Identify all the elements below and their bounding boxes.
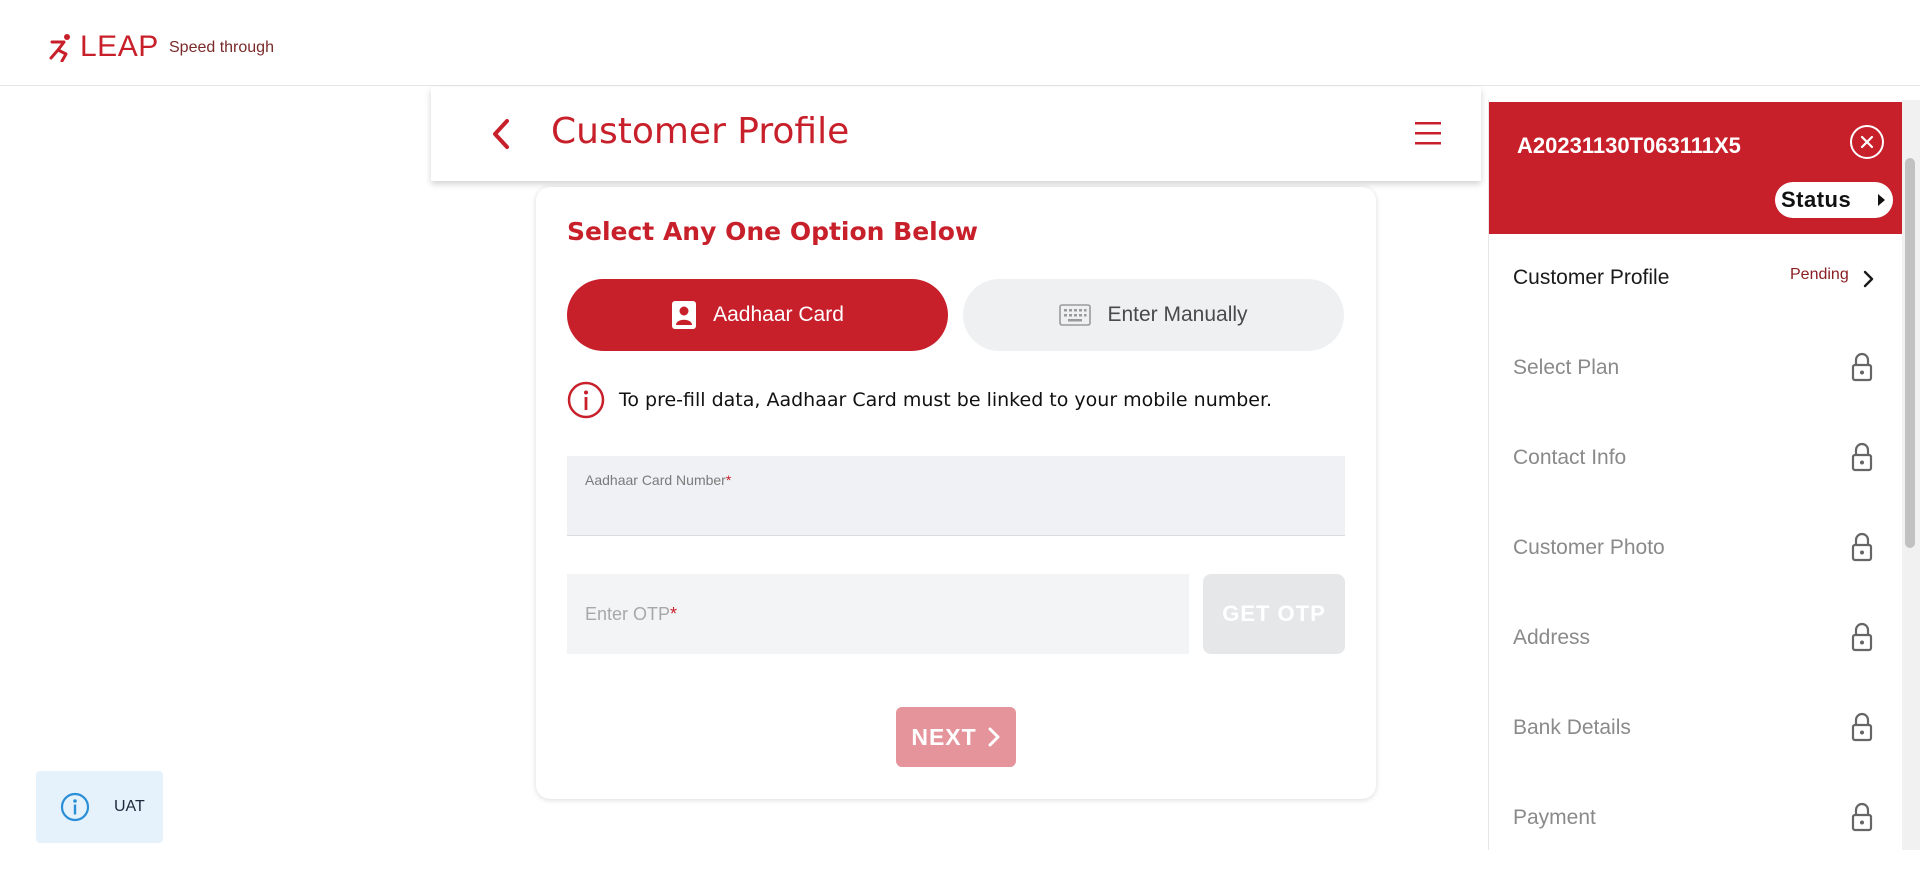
status-label: Status [1781,187,1852,212]
info-circle-icon [60,792,90,822]
step-label: Customer Photo [1513,536,1665,559]
close-icon [1860,135,1874,149]
aadhaar-card-option-button[interactable]: Aadhaar Card [567,279,948,351]
lock-icon [1851,802,1873,832]
scrollbar-thumb[interactable] [1905,158,1915,548]
otp-placeholder: Enter OTP* [585,604,678,624]
page-header: Customer Profile [431,87,1481,181]
close-button[interactable] [1850,125,1884,159]
caret-right-icon [1878,194,1885,206]
step-label: Customer Profile [1513,266,1670,289]
step-label: Select Plan [1513,356,1620,379]
step-label: Address [1513,626,1591,649]
back-button[interactable] [487,117,517,151]
sidebar-item-address[interactable]: Address [1489,594,1889,684]
info-message: To pre-fill data, Aadhaar Card must be l… [567,381,1272,419]
next-button[interactable]: NEXT [896,707,1016,767]
sidebar-item-customer-photo[interactable]: Customer Photo [1489,504,1889,594]
info-circle-icon [567,381,605,419]
aadhaar-number-field[interactable]: Aadhaar Card Number* [567,456,1345,536]
environment-badge[interactable]: UAT [36,771,163,843]
sidebar-item-contact-info[interactable]: Contact Info [1489,414,1889,504]
chevron-left-icon [493,119,509,149]
sidebar-header: A20231130T063111X5 Status [1489,102,1903,234]
environment-label: UAT [114,798,145,815]
lock-icon [1851,352,1873,382]
aadhaar-number-label: Aadhaar Card Number* [585,472,732,488]
next-button-label: NEXT [911,723,977,750]
runner-logo-icon [49,34,70,62]
status-button[interactable]: Status [1775,182,1893,218]
menu-button[interactable] [1413,119,1443,147]
step-label: Contact Info [1513,446,1627,469]
sidebar-item-customer-profile[interactable]: Customer Profile Pending [1489,234,1889,324]
enter-manually-option-button[interactable]: Enter Manually [963,279,1344,351]
sidebar-scrollbar[interactable] [1902,100,1920,850]
info-text: To pre-fill data, Aadhaar Card must be l… [619,389,1273,411]
sidebar-item-payment[interactable]: Payment [1489,774,1889,864]
step-label: Bank Details [1513,716,1631,739]
leap-logo[interactable]: LEAP [48,30,159,64]
aadhaar-card-option-label: Aadhaar Card [713,303,844,326]
chevron-right-icon [988,727,1000,747]
enter-manually-option-label: Enter Manually [1107,303,1248,326]
lock-icon [1851,532,1873,562]
required-asterisk: * [670,604,678,624]
application-id: A20231130T063111X5 [1517,133,1741,158]
chevron-right-icon [1863,270,1874,288]
logo-text: LEAP [80,30,159,63]
sidebar-item-select-plan[interactable]: Select Plan [1489,324,1889,414]
lock-icon [1851,712,1873,742]
sidebar-item-bank-details[interactable]: Bank Details [1489,684,1889,774]
option-form-card: Select Any One Option Below Aadhaar Card… [536,187,1376,799]
section-title: Select Any One Option Below [567,217,979,246]
step-status: Pending [1790,266,1849,283]
step-label: Payment [1513,806,1596,829]
lock-icon [1851,622,1873,652]
top-bar: LEAP Speed through [0,0,1920,86]
hamburger-menu-icon [1415,122,1441,145]
progress-sidebar: A20231130T063111X5 Status Customer Profi… [1488,100,1903,850]
tagline: Speed through [169,39,274,56]
lock-icon [1851,442,1873,472]
id-card-icon [671,300,697,330]
page-title: Customer Profile [551,111,850,152]
required-asterisk: * [725,472,732,488]
get-otp-button[interactable]: GET OTP [1203,574,1345,654]
keyboard-icon [1059,304,1092,326]
otp-input[interactable]: Enter OTP* [567,574,1189,654]
